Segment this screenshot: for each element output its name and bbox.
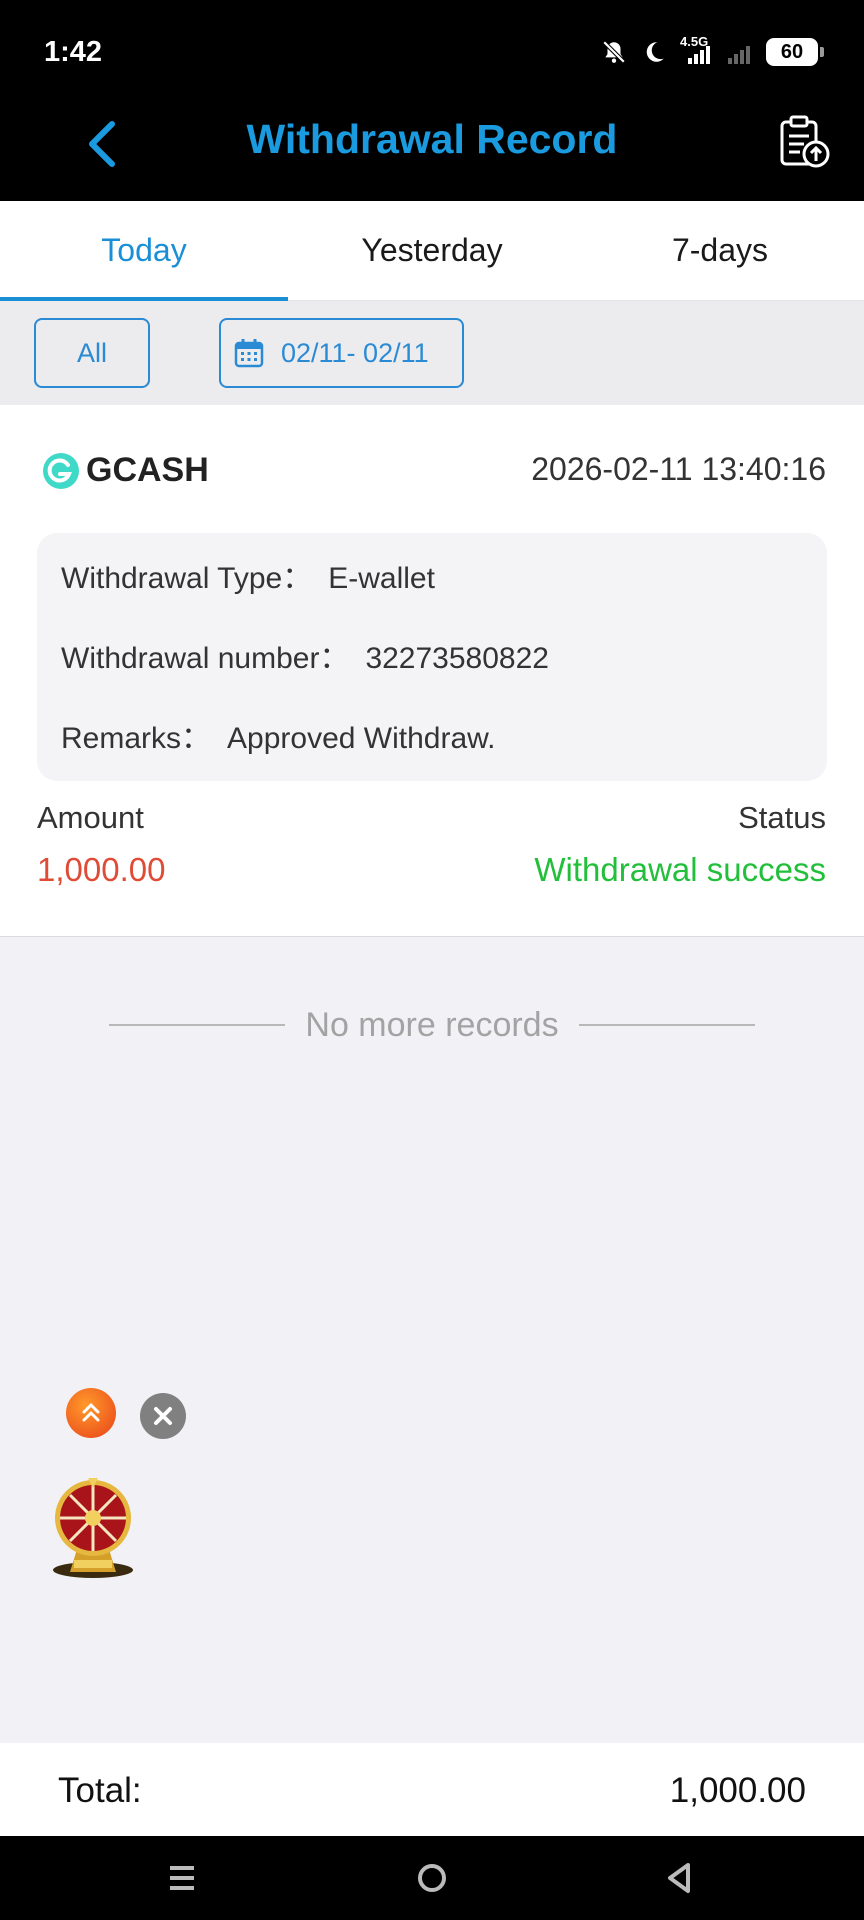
list-end-indicator: No more records: [100, 1000, 764, 1050]
status-time: 1:42: [44, 36, 103, 68]
tab-7-days[interactable]: 7-days: [576, 201, 864, 300]
home-icon: [418, 1864, 446, 1892]
home-button[interactable]: [410, 1856, 454, 1900]
recent-apps-button[interactable]: [160, 1856, 204, 1900]
moon-icon: [640, 38, 668, 66]
withdrawal-type-row: Withdrawal Type： E-wallet: [61, 553, 435, 597]
page-title: Withdrawal Record: [246, 116, 618, 162]
divider-right: [578, 1024, 755, 1026]
network-type: 4.5G: [680, 34, 709, 49]
tab-yesterday[interactable]: Yesterday: [288, 201, 576, 300]
scroll-top-button[interactable]: [66, 1388, 116, 1438]
withdrawal-number-label: Withdrawal number：: [61, 642, 350, 675]
status-bar: 1:42 4.5G 60: [0, 0, 864, 86]
system-back-button[interactable]: [658, 1856, 702, 1900]
provider-name: GCASH: [86, 451, 209, 489]
withdrawal-record-card[interactable]: GCASH 2026-02-11 13:40:16 Withdrawal Typ…: [0, 405, 864, 937]
signal-weak-icon: [726, 38, 754, 66]
signal-icon: 4.5G: [680, 34, 714, 66]
status-icons: 4.5G 60: [600, 34, 824, 66]
gcash-logo-icon: [43, 453, 79, 489]
tab-today[interactable]: Today: [0, 201, 288, 301]
record-details: Withdrawal Type： E-wallet Withdrawal numb…: [37, 533, 827, 781]
filter-all-button[interactable]: All: [34, 318, 150, 388]
no-more-records-text: No more records: [305, 1005, 559, 1044]
menu-icon: [170, 1866, 194, 1890]
divider-left: [109, 1024, 286, 1026]
record-datetime: 2026-02-11 13:40:16: [531, 451, 826, 487]
withdrawal-number-value: 32273580822: [365, 642, 549, 675]
withdrawal-number-row: Withdrawal number： 32273580822: [61, 633, 549, 677]
status-label: Status: [738, 800, 826, 835]
battery-icon: 60: [766, 38, 824, 66]
lucky-wheel-button[interactable]: [48, 1476, 138, 1580]
scroll-top-icon: [82, 1403, 100, 1422]
date-range-label: 02/11- 02/11: [281, 337, 429, 368]
withdrawal-type-value: E-wallet: [328, 562, 435, 595]
battery-level: 60: [780, 40, 804, 63]
close-icon: [154, 1407, 172, 1425]
amount-label: Amount: [37, 800, 144, 835]
calendar-icon: [234, 339, 264, 368]
system-nav-bar: [0, 1836, 864, 1920]
back-triangle-icon: [668, 1863, 690, 1893]
app-header: Withdrawal Record: [0, 86, 864, 201]
total-value: 1,000.00: [669, 1771, 806, 1810]
mute-bell-icon: [600, 38, 628, 66]
remarks-row: Remarks： Approved Withdraw.: [61, 713, 495, 757]
close-widget-button[interactable]: [140, 1393, 186, 1439]
lucky-wheel-icon: [53, 1478, 133, 1578]
export-clipboard-icon: [780, 115, 830, 168]
remarks-value: Approved Withdraw.: [227, 722, 496, 755]
period-tabs: Today Yesterday 7-days: [0, 201, 864, 301]
withdrawal-type-label: Withdrawal Type：: [61, 562, 313, 595]
remarks-label: Remarks：: [61, 722, 212, 755]
export-button[interactable]: [774, 112, 834, 172]
total-bar: Total: 1,000.00: [0, 1743, 864, 1836]
amount-value: 1,000.00: [37, 851, 166, 888]
date-range-button[interactable]: 02/11- 02/11: [219, 318, 464, 388]
total-label: Total:: [58, 1771, 142, 1810]
filter-row: All 02/11- 02/11: [0, 301, 864, 405]
status-value: Withdrawal success: [534, 851, 826, 888]
